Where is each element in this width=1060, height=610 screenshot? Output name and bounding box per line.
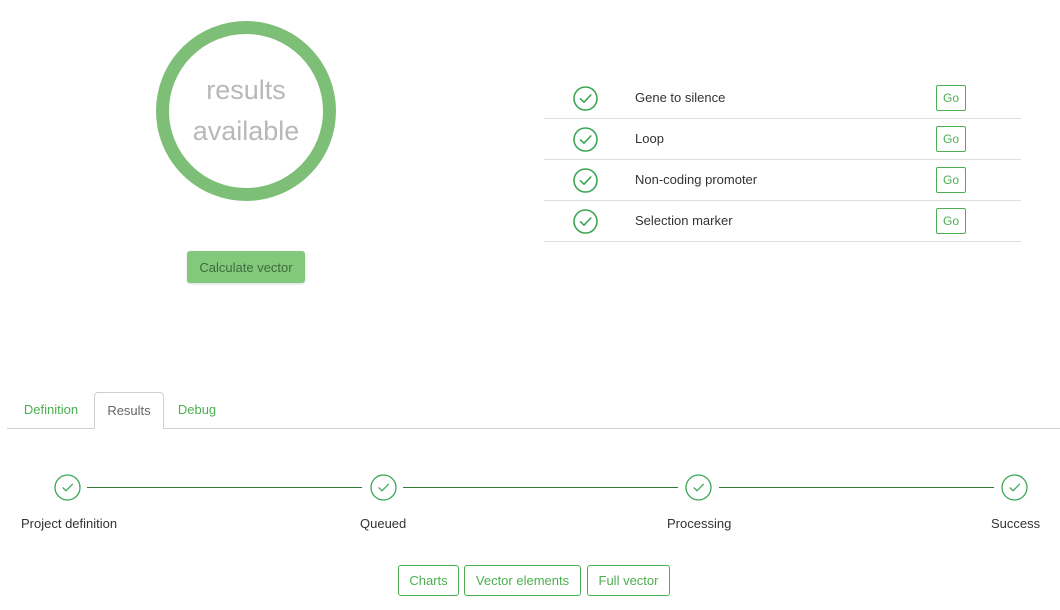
checklist-row-loop: Loop Go bbox=[544, 119, 1021, 160]
check-circle-icon bbox=[573, 209, 598, 234]
go-button-selection-marker[interactable]: Go bbox=[936, 208, 966, 234]
full-vector-button[interactable]: Full vector bbox=[587, 565, 670, 596]
element-checklist: Gene to silence Go Loop Go Non-coding pr… bbox=[544, 78, 1021, 242]
tab-bar: Definition Results Debug bbox=[7, 392, 1060, 429]
checklist-label: Non-coding promoter bbox=[635, 172, 758, 187]
status-text-line1: results bbox=[206, 75, 286, 105]
step-complete-icon bbox=[685, 474, 712, 501]
step-connector bbox=[87, 487, 362, 488]
checklist-label: Gene to silence bbox=[635, 90, 726, 105]
check-circle-icon bbox=[573, 86, 598, 111]
results-status-ring: results available bbox=[156, 21, 336, 201]
tab-results[interactable]: Results bbox=[94, 392, 164, 429]
go-button-loop[interactable]: Go bbox=[936, 126, 966, 152]
step-label-success: Success bbox=[991, 516, 1041, 531]
step-label-project-definition: Project definition bbox=[21, 516, 118, 531]
step-complete-icon bbox=[370, 474, 397, 501]
calculate-vector-button[interactable]: Calculate vector bbox=[187, 251, 305, 283]
step-connector bbox=[719, 487, 994, 488]
step-label-queued: Queued bbox=[360, 516, 407, 531]
charts-button[interactable]: Charts bbox=[398, 565, 459, 596]
tab-definition[interactable]: Definition bbox=[15, 392, 87, 428]
check-circle-icon bbox=[573, 168, 598, 193]
go-button-non-coding-promoter[interactable]: Go bbox=[936, 167, 966, 193]
step-complete-icon bbox=[1001, 474, 1028, 501]
page: results available Calculate vector Gene … bbox=[0, 0, 1060, 610]
check-circle-icon bbox=[573, 127, 598, 152]
checklist-row-selection-marker: Selection marker Go bbox=[544, 201, 1021, 242]
checklist-label: Selection marker bbox=[635, 213, 733, 228]
checklist-row-non-coding-promoter: Non-coding promoter Go bbox=[544, 160, 1021, 201]
tab-debug[interactable]: Debug bbox=[171, 392, 223, 428]
step-label-processing: Processing bbox=[667, 516, 732, 531]
vector-elements-button[interactable]: Vector elements bbox=[464, 565, 581, 596]
step-connector bbox=[403, 487, 678, 488]
step-complete-icon bbox=[54, 474, 81, 501]
go-button-gene-to-silence[interactable]: Go bbox=[936, 85, 966, 111]
checklist-row-gene-to-silence: Gene to silence Go bbox=[544, 78, 1021, 119]
checklist-label: Loop bbox=[635, 131, 664, 146]
status-text-line2: available bbox=[192, 116, 300, 146]
